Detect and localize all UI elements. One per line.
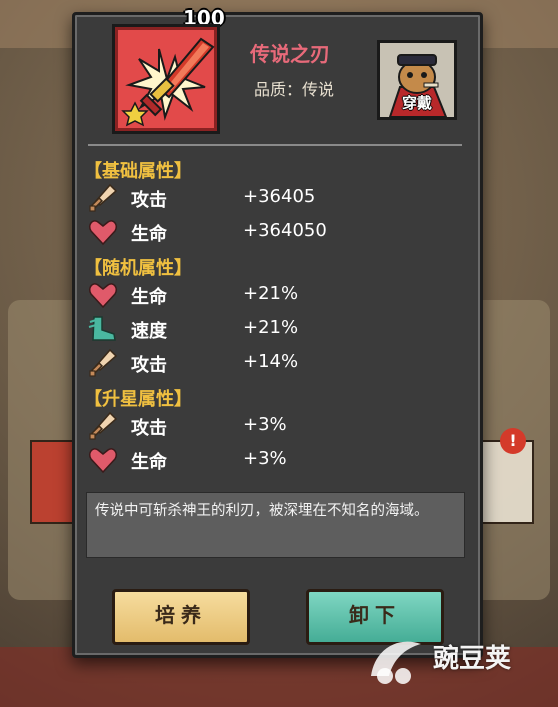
attribute-label: 生命 [131, 287, 167, 308]
attribute-value: +3% [243, 414, 287, 435]
attribute-row: 攻击 +36405 [88, 183, 468, 213]
boot-icon [88, 316, 116, 341]
section-title-star: 【升星属性】 [84, 389, 192, 410]
attribute-row: 生命 +3% [88, 445, 468, 475]
wearer-avatar[interactable]: 穿戴 [377, 40, 457, 120]
attribute-label: 攻击 [131, 355, 167, 376]
attribute-row: 生命 +21% [88, 280, 468, 310]
attribute-row: 生命 +364050 [88, 217, 468, 247]
attribute-value: +21% [243, 283, 299, 304]
attribute-row: 速度 +21% [88, 314, 468, 344]
wear-label: 穿戴 [401, 94, 432, 112]
sword-icon [89, 348, 118, 377]
attribute-label: 生命 [131, 224, 167, 245]
attribute-label: 速度 [131, 321, 167, 342]
sword-icon [89, 183, 118, 212]
pea-logo-icon [371, 641, 421, 684]
section-title-random: 【随机属性】 [84, 258, 192, 279]
item-description: 传说中可斩杀神王的利刃，被深埋在不知名的海域。 [95, 503, 429, 519]
background-card-right [478, 440, 534, 524]
attribute-value: +14% [243, 351, 299, 372]
heart-icon [88, 283, 118, 309]
item-name: 传说之刃 [250, 42, 330, 66]
attribute-value: +21% [243, 317, 299, 338]
train-button[interactable]: 培养 [112, 589, 250, 645]
attribute-label: 攻击 [131, 418, 167, 439]
attribute-label: 生命 [131, 452, 167, 473]
item-quality: 品质：传说 [254, 80, 335, 99]
attribute-value: +36405 [243, 186, 316, 207]
watermark-text: 豌豆荚 [433, 644, 512, 674]
item-description-box: 传说中可斩杀神王的利刃，被深埋在不知名的海域。 [86, 492, 465, 558]
attribute-value: +364050 [243, 220, 327, 241]
heart-icon [88, 220, 118, 246]
attribute-row: 攻击 +3% [88, 411, 468, 441]
watermark: 豌豆荚 [365, 626, 545, 686]
item-portrait [112, 24, 220, 134]
attribute-row: 攻击 +14% [88, 348, 468, 378]
section-title-base: 【基础属性】 [84, 161, 192, 182]
attribute-label: 攻击 [131, 190, 167, 211]
attribute-value: +3% [243, 448, 287, 469]
heart-icon [88, 448, 118, 474]
sword-icon [89, 411, 118, 440]
blade-icon [121, 37, 215, 127]
alert-badge-icon: ! [500, 428, 526, 454]
header-divider [88, 144, 462, 146]
